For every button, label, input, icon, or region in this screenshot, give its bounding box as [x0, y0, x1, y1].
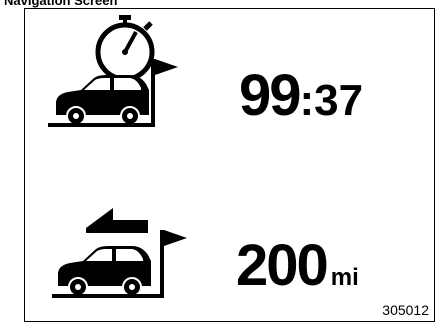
arrow-car-flag-icon — [48, 200, 193, 305]
figure-code: 305012 — [382, 302, 429, 318]
arrival-time-readout: 99:37 — [239, 67, 363, 125]
distance-value: 200 — [236, 233, 329, 298]
time-hours: 99 — [239, 63, 301, 128]
distance-unit: mi — [330, 264, 359, 291]
distance-readout: 200 mi — [236, 237, 359, 295]
top-caption: Navigation Screen — [4, 0, 118, 8]
time-separator: : — [299, 76, 315, 125]
time-minutes: 37 — [314, 76, 364, 125]
stopwatch-car-flag-icon — [48, 12, 193, 132]
